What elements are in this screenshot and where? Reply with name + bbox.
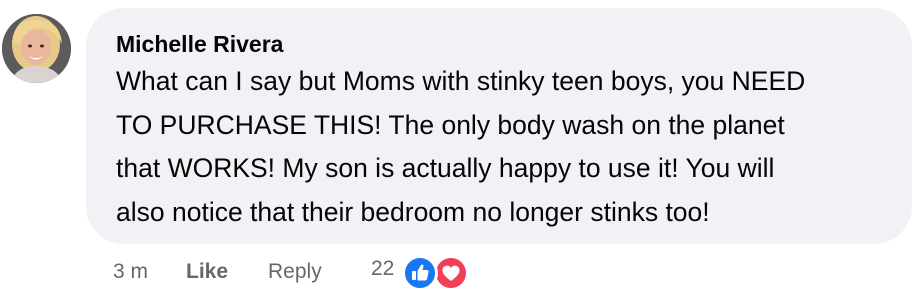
comment-timestamp[interactable]: 3 m [113,260,148,284]
comment-line: What can I say but Moms with stinky teen… [116,66,806,96]
thumbs-up-icon [412,264,429,281]
comment-author[interactable]: Michelle Rivera [116,31,283,58]
profile-photo [2,14,71,83]
reaction-count[interactable]: 22 [371,257,394,281]
like-button[interactable]: Like [186,260,228,284]
like-reaction-icon[interactable] [402,255,438,291]
heart-icon [442,265,460,281]
comment-line: that WORKS! My son is actually happy to … [116,153,775,183]
comment-line: TO PURCHASE THIS! The only body wash on … [116,109,785,140]
love-reaction-icon[interactable] [433,255,469,291]
comment-bubble: Michelle Rivera What can I say but Moms … [86,8,912,244]
comment-text: What can I say but Moms with stinky teen… [116,60,896,234]
comment-line: also notice that their bedroom no longer… [116,196,710,227]
reply-button[interactable]: Reply [268,260,322,284]
comment-actions: 3 m Like Reply 22 [0,255,916,291]
avatar[interactable] [2,14,71,83]
